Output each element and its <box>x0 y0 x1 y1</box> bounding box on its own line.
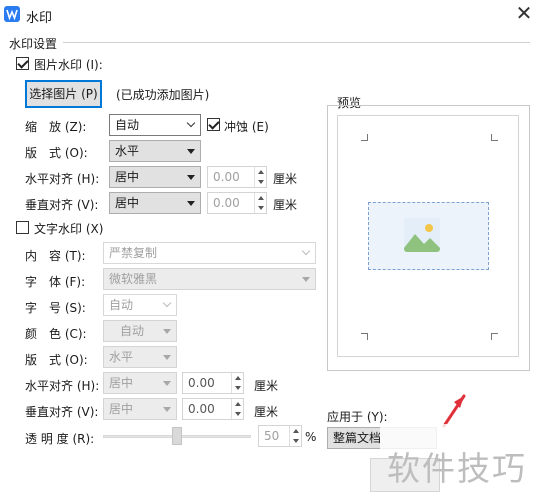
spin-down-icon[interactable] <box>231 383 243 393</box>
image-v-unit: 厘米 <box>273 198 298 212</box>
spin-down-icon[interactable] <box>231 409 243 419</box>
font-select[interactable]: 微软雅黑 <box>103 268 316 290</box>
image-v-align-label: 垂直对齐 (V): <box>25 198 99 212</box>
window-title: 水印 <box>26 11 53 26</box>
text-v-align-value: 居中 <box>109 402 134 416</box>
image-h-unit: 厘米 <box>273 172 298 186</box>
dropdown-arrow-icon <box>163 355 171 360</box>
image-h-align-label: 水平对齐 (H): <box>25 172 100 186</box>
text-v-align-label: 垂直对齐 (V): <box>25 405 99 419</box>
spin-up-icon[interactable] <box>289 426 301 436</box>
section-divider <box>63 42 530 43</box>
text-layout-select[interactable]: 水平 <box>103 346 177 368</box>
close-icon[interactable]: ✕ <box>512 2 536 26</box>
washout-label: 冲蚀 (E) <box>224 120 269 134</box>
chevron-down-icon <box>186 118 196 128</box>
image-watermark-checkbox[interactable] <box>16 57 29 70</box>
overlay-watermark-text: 软件技巧 <box>387 449 527 488</box>
transparency-slider-thumb[interactable] <box>172 427 182 445</box>
image-h-offset-value: 0.00 <box>213 170 240 184</box>
image-h-align-value: 居中 <box>115 170 140 184</box>
apply-to-value: 整篇文档 <box>333 431 382 445</box>
spin-up-icon[interactable] <box>254 167 266 177</box>
transparency-spinner[interactable]: 50 <box>258 425 302 447</box>
image-v-align-select[interactable]: 居中 <box>109 192 201 214</box>
font-value: 微软雅黑 <box>109 272 158 286</box>
spin-up-icon[interactable] <box>254 193 266 203</box>
text-h-offset-value: 0.00 <box>188 376 215 390</box>
scale-label: 缩 放 (Z): <box>25 120 87 134</box>
image-h-align-select[interactable]: 居中 <box>109 166 201 188</box>
size-combobox[interactable]: 自动 <box>103 294 177 316</box>
title-bar <box>0 0 540 30</box>
margin-corner-mark <box>491 134 498 141</box>
content-combobox[interactable]: 严禁复制 <box>103 242 316 264</box>
image-watermark-label: 图片水印 (I): <box>34 58 103 72</box>
transparency-label: 透 明 度 (R): <box>25 432 95 446</box>
dropdown-arrow-icon <box>302 277 310 282</box>
image-layout-label: 版 式 (O): <box>25 146 88 160</box>
image-placeholder-icon <box>404 218 440 252</box>
chevron-down-icon <box>301 246 311 256</box>
washout-checkbox[interactable] <box>207 118 220 131</box>
color-select[interactable]: 自动 <box>103 320 177 342</box>
margin-corner-mark <box>361 134 368 141</box>
apply-to-label: 应用于 (Y): <box>327 410 388 424</box>
text-v-unit: 厘米 <box>254 405 279 419</box>
image-h-offset-spinner[interactable]: 0.00 <box>207 166 267 188</box>
spin-up-icon[interactable] <box>231 399 243 409</box>
dropdown-arrow-icon <box>163 381 171 386</box>
text-layout-label: 版 式 (O): <box>25 353 88 367</box>
size-value: 自动 <box>109 298 134 312</box>
transparency-unit: % <box>305 430 317 444</box>
size-label: 字 号 (S): <box>25 301 86 315</box>
margin-corner-mark <box>491 333 498 340</box>
margin-corner-mark <box>361 333 368 340</box>
image-v-offset-value: 0.00 <box>213 196 240 210</box>
text-watermark-label: 文字水印 (X) <box>34 222 104 236</box>
select-picture-button[interactable]: 选择图片 (P) <box>25 80 102 108</box>
image-layout-select[interactable]: 水平 <box>109 140 201 162</box>
image-v-align-value: 居中 <box>115 196 140 210</box>
text-h-align-label: 水平对齐 (H): <box>25 379 100 393</box>
text-h-align-value: 居中 <box>109 376 134 390</box>
dropdown-arrow-icon <box>163 407 171 412</box>
text-layout-value: 水平 <box>109 350 134 364</box>
section-title: 水印设置 <box>9 37 58 51</box>
scale-combobox[interactable]: 自动 <box>109 114 201 136</box>
content-value: 严禁复制 <box>109 246 158 260</box>
text-watermark-checkbox[interactable] <box>16 221 29 234</box>
dropdown-arrow-icon <box>187 175 195 180</box>
spin-down-icon[interactable] <box>254 203 266 213</box>
spin-down-icon[interactable] <box>254 177 266 187</box>
font-label: 字 体 (F): <box>25 275 86 289</box>
color-label: 颜 色 (C): <box>25 327 87 341</box>
picture-status-text: (已成功添加图片) <box>116 88 210 102</box>
transparency-value: 50 <box>264 429 280 443</box>
spin-up-icon[interactable] <box>231 373 243 383</box>
scale-value: 自动 <box>115 118 140 132</box>
text-v-offset-spinner[interactable]: 0.00 <box>182 398 244 420</box>
text-h-offset-spinner[interactable]: 0.00 <box>182 372 244 394</box>
text-v-align-select[interactable]: 居中 <box>103 398 177 420</box>
text-h-unit: 厘米 <box>254 379 279 393</box>
dropdown-arrow-icon <box>187 149 195 154</box>
wps-app-icon <box>4 6 20 22</box>
text-h-align-select[interactable]: 居中 <box>103 372 177 394</box>
text-v-offset-value: 0.00 <box>188 402 215 416</box>
chevron-down-icon <box>162 298 172 308</box>
spin-down-icon[interactable] <box>289 436 301 446</box>
color-value: 自动 <box>120 324 145 338</box>
content-label: 内 容 (T): <box>25 249 86 263</box>
image-layout-value: 水平 <box>115 144 140 158</box>
dropdown-arrow-icon <box>163 329 171 334</box>
image-v-offset-spinner[interactable]: 0.00 <box>207 192 267 214</box>
dropdown-arrow-icon <box>187 201 195 206</box>
